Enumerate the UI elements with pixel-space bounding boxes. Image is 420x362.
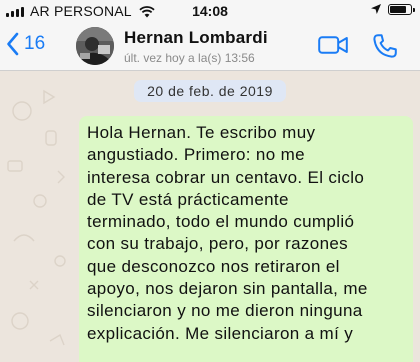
outgoing-message-bubble[interactable]: Hola Hernan. Te escribo muy angustiado. … — [79, 116, 413, 362]
contact-name[interactable]: Hernan Lombardi — [124, 28, 268, 48]
video-camera-icon — [318, 36, 348, 54]
message-line: explicación. Me silenciaron a mí y — [87, 323, 354, 343]
message-line: silenciaron y no me dieron ninguna — [87, 301, 363, 321]
status-time: 14:08 — [192, 3, 228, 19]
battery-icon — [388, 3, 415, 15]
unread-count: 16 — [24, 33, 46, 54]
message-line: Hola Hernan. Te escribo muy — [87, 123, 316, 142]
status-bar: AR PERSONAL 14:08 — [0, 0, 420, 22]
video-call-button[interactable] — [318, 35, 348, 60]
message-line: de TV está prácticamente — [87, 189, 289, 209]
message-line: angustiado. Primero: no me — [87, 145, 305, 165]
battery-level — [390, 5, 406, 13]
date-separator: 20 de feb. de 2019 — [134, 80, 286, 102]
avatar[interactable] — [76, 27, 114, 65]
chat-area[interactable]: 20 de feb. de 2019 Hola Hernan. Te escri… — [0, 71, 420, 362]
message-line: terminado, todo el mundo cumplió — [87, 212, 355, 232]
message-line: interesa cobrar un centavo. El ciclo — [87, 167, 365, 187]
location-arrow-icon — [371, 4, 381, 14]
voice-call-button[interactable] — [372, 33, 398, 64]
contact-photo — [76, 27, 114, 65]
back-button[interactable]: 16 — [6, 32, 45, 56]
message-line: apoyo, nos dejaron sin pantalla, me — [87, 279, 368, 299]
chevron-left-icon — [7, 32, 19, 56]
chat-header: 16 Hernan Lombardi últ. vez hoy a la(s) … — [0, 22, 420, 71]
message-line: con su trabajo, pero, por razones — [87, 234, 349, 254]
status-right — [370, 3, 415, 15]
last-seen-status: últ. vez hoy a la(s) 13:56 — [124, 51, 255, 65]
message-line: que desconozco nos retiraron el — [87, 256, 340, 276]
phone-icon — [373, 34, 397, 58]
